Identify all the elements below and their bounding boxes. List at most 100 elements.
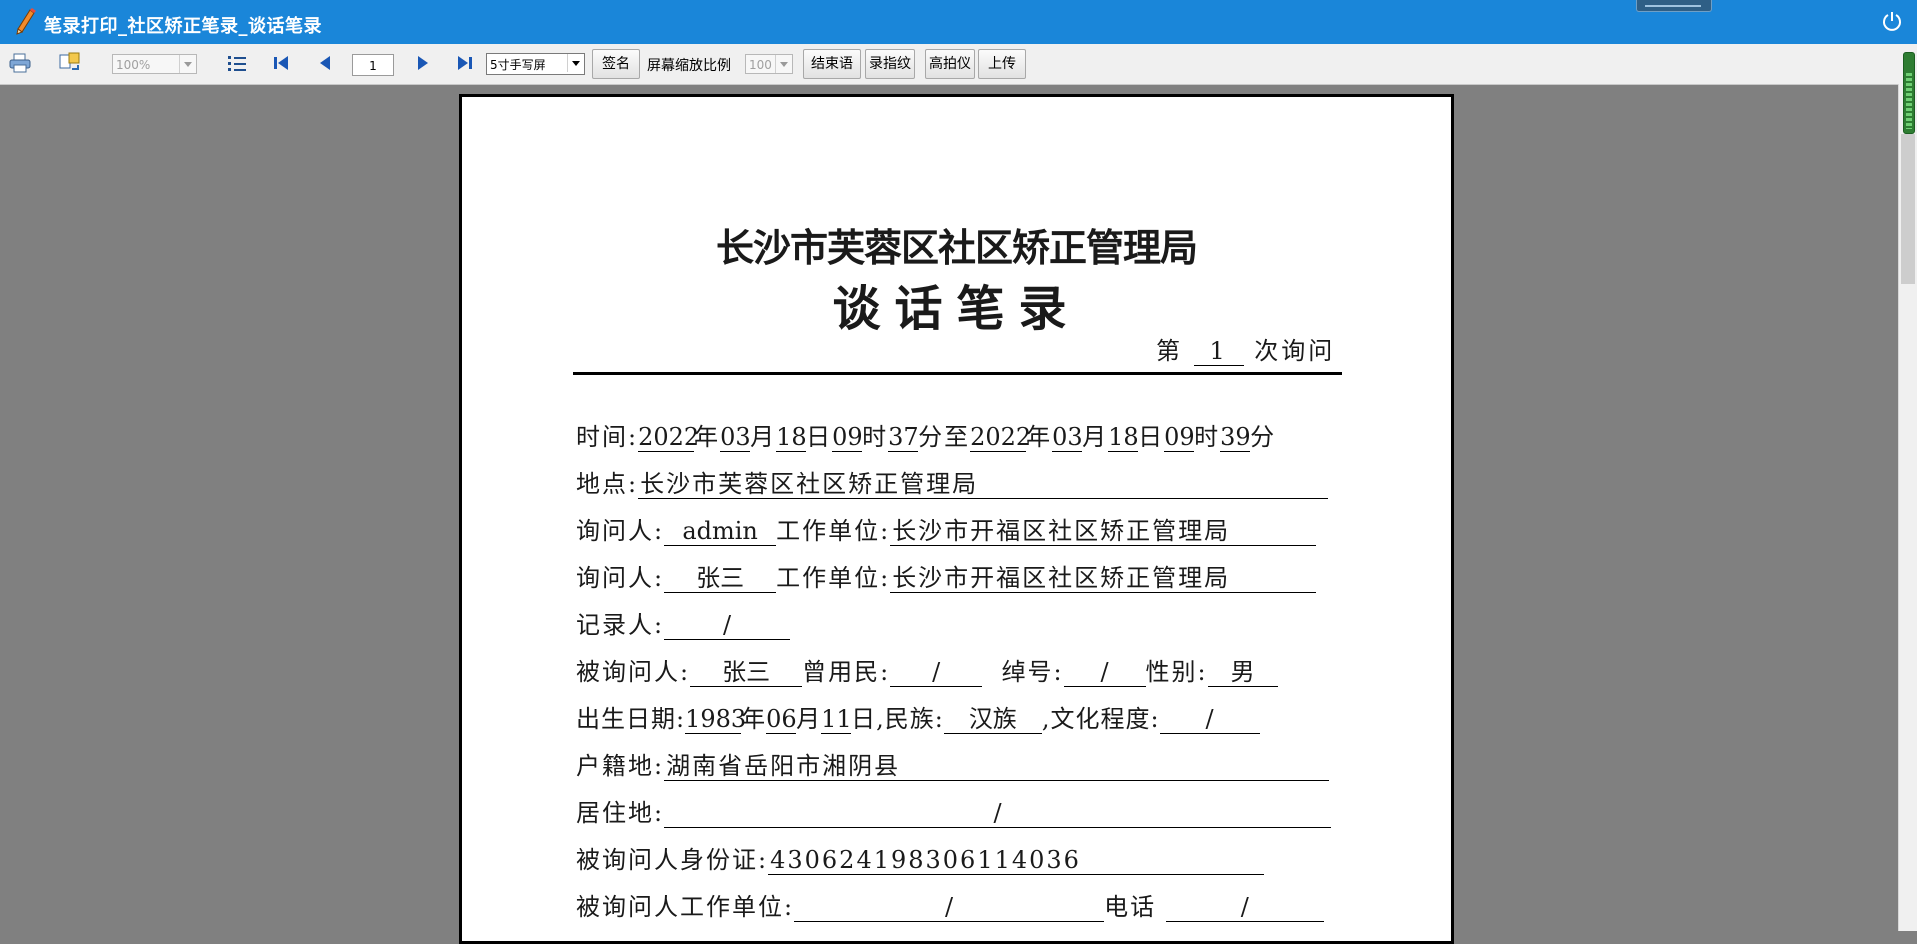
phone-label: 电话 [1104,893,1157,921]
print-icon[interactable] [7,49,33,77]
asker-2-value: 张三 [664,564,777,593]
subject-value: 张三 [690,658,803,687]
work-unit-1-value: 长沙市开福区社区矫正管理局 [890,517,1317,546]
document-page: 长沙市芙蓉区社区矫正管理局 谈话笔录 第 1 次询问 时间:2022年03月18… [459,94,1454,944]
day-char: 日 [1138,423,1165,451]
year-char: 年 [741,705,767,733]
last-page-icon[interactable] [452,49,478,77]
start-year: 2022 [638,423,700,452]
end-year: 2022 [970,423,1032,452]
subject-work-value: / [794,893,1105,922]
upload-button[interactable]: 上传 [978,49,1026,79]
next-page-icon[interactable] [410,49,436,77]
chevron-down-icon [775,55,792,73]
domicile-value: 湖南省岳阳市湘阴县 [664,752,1330,781]
birth-day: 11 [821,705,852,734]
asker-label: 询问人: [576,517,665,545]
work-unit-label: 工作单位: [776,517,891,545]
id-row: 被询问人身份证:430624198306114036 [576,840,1265,875]
page-setup-icon[interactable] [57,49,83,77]
power-icon[interactable] [1881,10,1903,32]
screen-scale-select[interactable]: 100 [745,54,793,74]
status-indicator [1903,52,1915,134]
ethnicity-value: 汉族 [943,705,1042,734]
end-day: 18 [1108,423,1139,452]
nickname-label: 绰号: [1001,658,1064,686]
start-minute: 37 [888,423,919,452]
scroll-thumb[interactable] [1901,134,1915,284]
gender-label: 性别: [1145,658,1208,686]
education-value: / [1159,705,1260,734]
recorder-row: 记录人: / [576,605,791,640]
birth-month: 06 [766,705,797,734]
minute-char: 分 [918,423,945,451]
subject-row: 被询问人: 张三 曾用民: / 绰号: / 性别: 男 [576,652,1278,687]
fingerprint-button[interactable]: 录指纹 [865,49,915,79]
first-page-icon[interactable] [268,49,294,77]
former-name-label: 曾用民: [802,658,891,686]
end-month: 03 [1052,423,1083,452]
location-label: 地点: [576,470,639,498]
session-prefix: 第 [1156,337,1183,365]
time-label: 时间: [576,423,639,451]
recorder-label: 记录人: [576,611,665,639]
page-number-input[interactable]: 1 [352,54,394,76]
residence-value: / [664,799,1332,828]
vertical-scrollbar[interactable] [1898,84,1917,931]
ethnicity-label: 日,民族: [851,705,944,733]
document-camera-button[interactable]: 高拍仪 [925,49,975,79]
screen-scale-value: 100 [749,58,772,72]
asker-1-value: admin [664,517,777,546]
start-hour: 09 [832,423,863,452]
session-count: 第 1 次询问 [1156,331,1335,366]
screen-scale-label: 屏幕缩放比例 [647,58,731,74]
asker-row-2: 询问人: 张三 工作单位:长沙市开福区社区矫正管理局 [576,558,1317,593]
month-char: 月 [750,423,777,451]
screen-select[interactable]: 5寸手写屏 [486,53,585,75]
minute-char: 分 [1250,423,1277,451]
residence-row: 居住地: / [576,793,1332,828]
day-char: 日 [806,423,833,451]
header-rule [573,372,1342,375]
sign-button[interactable]: 签名 [592,49,640,79]
chevron-down-icon [567,54,584,72]
month-char: 月 [796,705,822,733]
session-number: 1 [1193,337,1244,366]
pencil-icon [12,7,36,35]
gender-value: 男 [1207,658,1278,687]
phone-value: / [1165,893,1324,922]
subject-work-row: 被询问人工作单位: / 电话 / [576,887,1324,922]
title-bar: 笔录打印_社区矫正笔录_谈话笔录 [0,0,1917,44]
asker-label: 询问人: [576,564,665,592]
recorder-value: / [664,611,791,640]
location-row: 地点:长沙市芙蓉区社区矫正管理局 [576,464,1329,499]
end-hour: 09 [1164,423,1195,452]
subject-label: 被询问人: [576,658,691,686]
prev-page-icon[interactable] [312,49,338,77]
domicile-label: 户籍地: [576,752,665,780]
former-name-value: / [890,658,983,687]
start-day: 18 [776,423,807,452]
id-label: 被询问人身份证: [576,846,769,874]
year-char: 年 [1026,423,1053,451]
window-handle[interactable] [1636,0,1712,12]
residence-label: 居住地: [576,799,665,827]
year-char: 年 [694,423,721,451]
end-phrase-button[interactable]: 结束语 [803,49,861,79]
nickname-value: / [1063,658,1146,687]
domicile-row: 户籍地:湖南省岳阳市湘阴县 [576,746,1330,781]
location-value: 长沙市芙蓉区社区矫正管理局 [638,470,1329,499]
subject-work-label: 被询问人工作单位: [576,893,795,921]
hour-char: 时 [1194,423,1221,451]
birth-row: 出生日期:1983年06月11日,民族: 汉族 ,文化程度: / [576,699,1260,734]
to-char: 至 [944,423,971,451]
document-title: 谈话笔录 [832,281,1081,337]
asker-row-1: 询问人: admin 工作单位:长沙市开福区社区矫正管理局 [576,511,1317,546]
organization-heading: 长沙市芙蓉区社区矫正管理局 [715,225,1198,270]
zoom-select[interactable]: 100% [112,54,197,74]
list-icon[interactable] [224,49,250,77]
work-unit-label: 工作单位: [776,564,891,592]
education-label: ,文化程度: [1041,705,1160,733]
screen-select-value: 5寸手写屏 [490,58,546,72]
time-row: 时间:2022年03月18日09时37分至2022年03月18日09时39分 [576,417,1277,452]
